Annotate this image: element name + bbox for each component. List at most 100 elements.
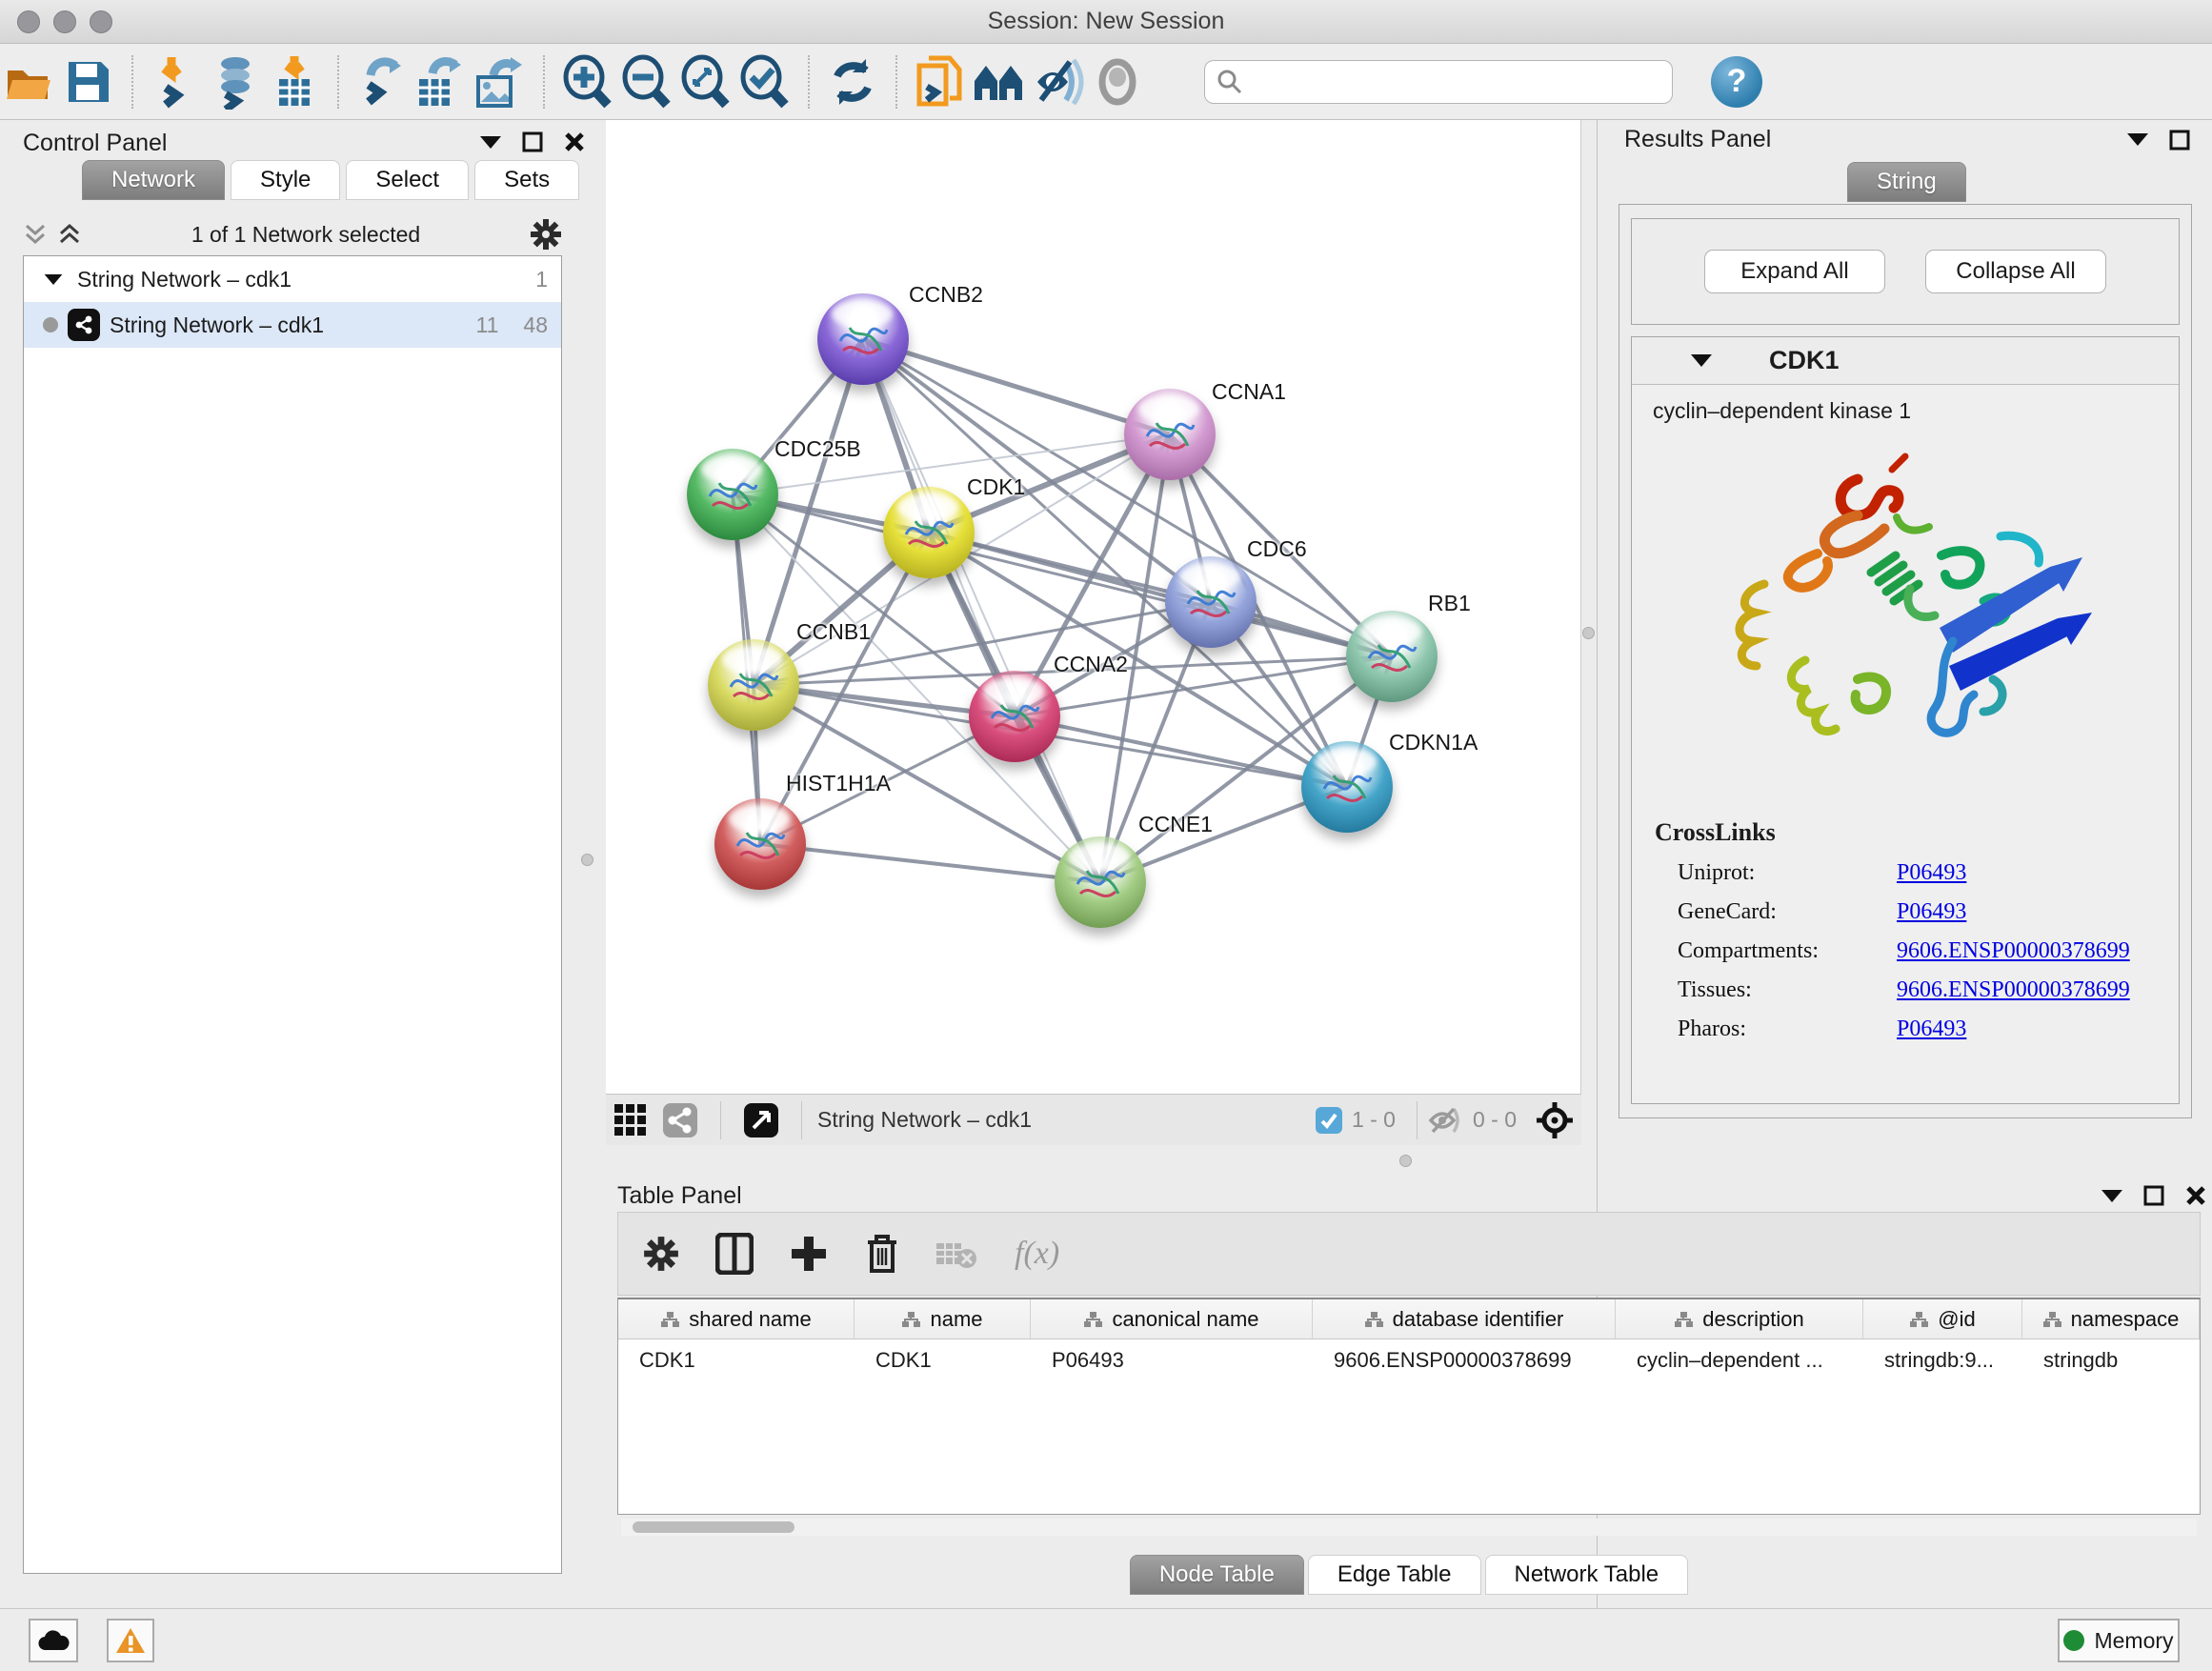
memory-button[interactable]: Memory — [2058, 1619, 2180, 1662]
table-row[interactable]: CDK1CDK1P064939606.ENSP00000378699cyclin… — [618, 1339, 2200, 1381]
column-header-sharedname[interactable]: shared name — [618, 1299, 855, 1339]
gene-section-header[interactable]: CDK1 — [1632, 337, 2179, 385]
close-panel-icon[interactable] — [564, 131, 585, 152]
network-row[interactable]: String Network – cdk1 11 48 — [24, 302, 561, 348]
scrollbar-thumb[interactable] — [633, 1521, 794, 1533]
column-header-canonicalname[interactable]: canonical name — [1031, 1299, 1313, 1339]
tab-string[interactable]: String — [1847, 162, 1966, 202]
zoom-fit-button[interactable] — [676, 52, 735, 111]
column-header-description[interactable]: description — [1616, 1299, 1863, 1339]
detach-view-icon[interactable] — [736, 1091, 786, 1150]
import-table-button[interactable] — [265, 52, 324, 111]
add-column-icon[interactable] — [790, 1235, 828, 1273]
hide-selected-button[interactable] — [1029, 52, 1088, 111]
warnings-button[interactable] — [107, 1619, 154, 1662]
tab-node-table[interactable]: Node Table — [1130, 1555, 1304, 1595]
column-header-databaseidentifier[interactable]: database identifier — [1313, 1299, 1616, 1339]
tab-select[interactable]: Select — [346, 160, 469, 200]
export-image-button[interactable] — [471, 52, 530, 111]
show-all-button[interactable] — [1088, 52, 1147, 111]
cell[interactable]: CDK1 — [618, 1348, 855, 1373]
edge-HIST1H1A-CCNE1[interactable] — [760, 844, 1100, 882]
float-panel-icon[interactable] — [522, 131, 543, 152]
node-CCNA1[interactable] — [1124, 389, 1216, 480]
cell[interactable]: CDK1 — [855, 1348, 1031, 1373]
network-canvas[interactable]: CCNB2CCNA1CDC25BCDK1CDC6RB1CCNB1CCNA2CDK… — [606, 120, 1581, 1094]
panel-menu-icon[interactable] — [2127, 133, 2148, 146]
show-columns-icon[interactable] — [715, 1233, 754, 1275]
collapse-all-button[interactable]: Collapse All — [1925, 250, 2106, 293]
column-header-namespace[interactable]: namespace — [2022, 1299, 2200, 1339]
bottom-splitter-handle[interactable] — [1399, 1155, 1412, 1167]
delete-column-icon[interactable] — [864, 1233, 900, 1275]
zoom-selected-button[interactable] — [735, 52, 794, 111]
minimize-window-button[interactable] — [53, 10, 76, 33]
left-splitter-handle[interactable] — [581, 854, 593, 866]
tree-expand-icon[interactable] — [45, 273, 63, 284]
table-options-gear-icon[interactable] — [643, 1236, 679, 1272]
cell[interactable]: stringdb:9... — [1863, 1348, 2022, 1373]
node-HIST1H1A[interactable] — [714, 798, 806, 890]
crosslink-link[interactable]: 9606.ENSP00000378699 — [1897, 938, 2130, 964]
expand-all-icon[interactable] — [57, 223, 82, 246]
column-header-name[interactable]: name — [855, 1299, 1031, 1339]
tab-style[interactable]: Style — [231, 160, 340, 200]
panel-menu-icon[interactable] — [480, 136, 501, 149]
node-CDK1[interactable] — [883, 487, 975, 578]
zoom-out-button[interactable] — [617, 52, 676, 111]
expand-all-button[interactable]: Expand All — [1704, 250, 1885, 293]
cloud-status-button[interactable] — [29, 1619, 78, 1662]
edge-CDK1-RB1[interactable] — [929, 533, 1392, 656]
crosslink-link[interactable]: P06493 — [1897, 1017, 1966, 1042]
crosslink-link[interactable]: 9606.ENSP00000378699 — [1897, 977, 2130, 1003]
cell[interactable]: cyclin–dependent ... — [1616, 1348, 1863, 1373]
cell[interactable]: stringdb — [2022, 1348, 2200, 1373]
refresh-view-button[interactable] — [823, 52, 882, 111]
network-collection-row[interactable]: String Network – cdk1 1 — [24, 256, 561, 302]
node-RB1[interactable] — [1346, 611, 1438, 702]
edge-CCNB2-CCNA1[interactable] — [863, 339, 1170, 434]
node-CDKN1A[interactable] — [1301, 741, 1393, 833]
help-button[interactable]: ? — [1711, 56, 1762, 108]
search-box[interactable] — [1204, 60, 1673, 104]
table-horizontal-scrollbar[interactable] — [621, 1519, 2197, 1536]
duplicate-network-button[interactable] — [911, 52, 970, 111]
edge-CCNB2-CCNE1[interactable] — [863, 339, 1100, 882]
float-panel-icon[interactable] — [2169, 130, 2190, 151]
section-collapse-icon[interactable] — [1691, 354, 1712, 367]
selected-checkbox-icon[interactable] — [1316, 1107, 1342, 1134]
cell[interactable]: P06493 — [1031, 1348, 1313, 1373]
edge-CCNA2-CDKN1A[interactable] — [1015, 716, 1347, 787]
first-neighbors-button[interactable] — [970, 52, 1029, 111]
node-CDC25B[interactable] — [687, 449, 778, 540]
network-options-gear-icon[interactable] — [530, 218, 562, 251]
fit-content-crosshair-icon[interactable] — [1528, 1091, 1581, 1150]
import-network-database-button[interactable] — [206, 52, 265, 111]
node-CCNE1[interactable] — [1055, 836, 1146, 928]
close-window-button[interactable] — [17, 10, 40, 33]
birds-eye-view-icon[interactable] — [606, 1091, 655, 1150]
tab-network-table[interactable]: Network Table — [1485, 1555, 1689, 1595]
node-CDC6[interactable] — [1165, 556, 1257, 648]
network-share-icon[interactable] — [655, 1091, 705, 1150]
panel-menu-icon[interactable] — [2101, 1190, 2122, 1202]
float-panel-icon[interactable] — [2143, 1185, 2164, 1206]
crosslink-link[interactable]: P06493 — [1897, 860, 1966, 886]
save-session-button[interactable] — [59, 52, 118, 111]
tab-network[interactable]: Network — [82, 160, 225, 200]
tab-sets[interactable]: Sets — [474, 160, 579, 200]
collapse-all-icon[interactable] — [23, 223, 48, 246]
node-CCNB2[interactable] — [817, 293, 909, 385]
crosslink-link[interactable]: P06493 — [1897, 899, 1966, 925]
node-CCNB1[interactable] — [708, 639, 799, 731]
cell[interactable]: 9606.ENSP00000378699 — [1313, 1348, 1616, 1373]
close-panel-icon[interactable] — [2185, 1185, 2206, 1206]
export-table-button[interactable] — [412, 52, 471, 111]
right-splitter-handle[interactable] — [1582, 627, 1595, 639]
zoom-in-button[interactable] — [558, 52, 617, 111]
column-header-id[interactable]: @id — [1863, 1299, 2022, 1339]
search-input[interactable] — [1243, 70, 1643, 94]
export-network-button[interactable] — [352, 52, 412, 111]
zoom-window-button[interactable] — [90, 10, 112, 33]
import-network-file-button[interactable] — [147, 52, 206, 111]
